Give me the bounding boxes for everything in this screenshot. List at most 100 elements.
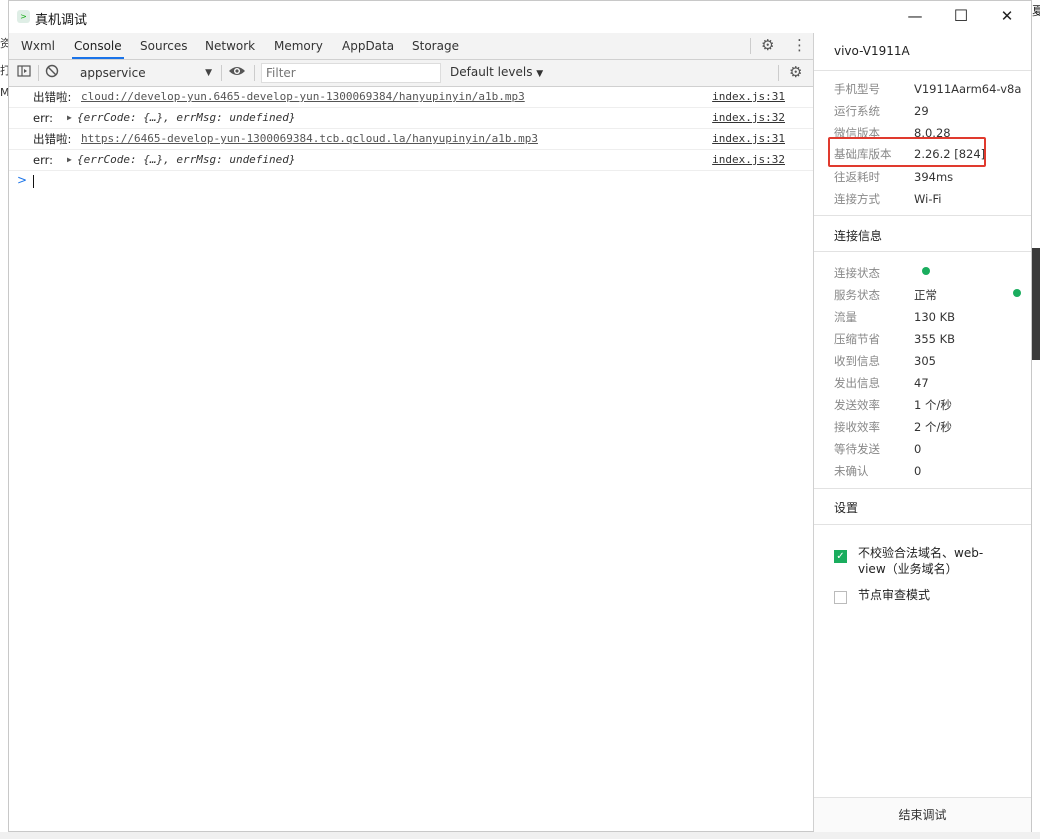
close-button[interactable]: ✕ [984,1,1030,33]
log-label: 出错啦: [33,132,72,146]
conn-recv: 收到信息 305 [834,353,936,369]
info-conn: 连接方式 Wi-Fi [834,191,941,207]
sidebar-toggle-icon[interactable] [17,64,31,82]
tab-console[interactable]: Console [72,33,124,59]
expand-triangle-icon[interactable]: ▶ [67,108,72,128]
more-options-icon[interactable]: ⋮ [792,36,807,54]
source-link[interactable]: index.js:32 [712,150,785,170]
prompt-chevron-icon: > [17,173,28,187]
source-link[interactable]: index.js:32 [712,108,785,128]
info-value: 0 [914,442,922,456]
devtools-panel: Wxml Console Sources Network Memory AppD… [9,33,814,831]
info-value: 2 个/秒 [914,420,952,434]
toolbar-divider [778,65,779,81]
tab-network[interactable]: Network [203,33,257,59]
tab-wxml[interactable]: Wxml [19,33,57,59]
remote-debug-window: > 真机调试 — ☐ ✕ Wxml Console Sources Networ… [8,0,1032,832]
info-value: Wi-Fi [914,192,942,206]
conn-traffic: 流量 130 KB [834,309,955,325]
text-caret [33,175,34,188]
domain-check-checkbox[interactable]: ✓ [834,550,847,563]
tabs-divider [750,38,751,54]
expand-triangle-icon[interactable]: ▶ [67,150,72,170]
chevron-down-icon: ▼ [536,69,544,79]
log-object[interactable]: {errCode: {…}, errMsg: undefined} [77,108,296,128]
section-title-connection: 连接信息 [834,229,883,243]
console-row: err: ▶ {errCode: {…}, errMsg: undefined}… [9,150,813,171]
conn-service: 服务状态 正常 [834,287,937,303]
info-key: 发出信息 [834,376,880,390]
node-inspect-checkbox[interactable] [834,591,847,604]
wechat-devtools-icon: > [17,10,30,23]
domain-check-label[interactable]: 不校验合法域名、web-view（业务域名） [858,545,1008,577]
maximize-button[interactable]: ☐ [938,1,984,33]
toolbar-divider [254,65,255,81]
title-bar: > 真机调试 — ☐ ✕ [9,1,1031,33]
background-dark-panel [1032,248,1040,360]
filter-input[interactable] [261,63,441,83]
console-row: 出错啦: https://6465-develop-yun-1300069384… [9,129,813,150]
divider [814,524,1031,525]
tab-sources[interactable]: Sources [138,33,189,59]
info-os: 运行系统 29 [834,103,929,119]
info-key: 流量 [834,310,857,324]
context-select-value: appservice [80,66,146,80]
conn-recv-rate: 接收效率 2 个/秒 [834,419,952,435]
info-key: 收到信息 [834,354,880,368]
console-settings-gear-icon[interactable]: ⚙ [789,63,802,81]
info-value: 0 [914,464,922,478]
tab-memory[interactable]: Memory [272,33,325,59]
log-levels-label: Default levels [450,65,533,79]
log-levels-select[interactable]: Default levels ▼ [450,65,543,79]
info-value: 1 个/秒 [914,398,952,412]
console-output: 出错啦: cloud://develop-yun.6465-develop-yu… [9,87,813,191]
info-value: 394ms [914,170,954,184]
info-model: 手机型号 V1911Aarm64-v8a [834,81,1021,97]
log-object[interactable]: {errCode: {…}, errMsg: undefined} [77,150,296,170]
info-rtt: 往返耗时 394ms [834,169,953,185]
gear-icon[interactable]: ⚙ [761,36,774,54]
info-value: 130 KB [914,310,956,324]
devtools-tabs: Wxml Console Sources Network Memory AppD… [9,33,813,60]
source-link[interactable]: index.js:31 [712,129,785,149]
tab-storage[interactable]: Storage [410,33,461,59]
info-value: 29 [914,104,929,118]
info-key: 压缩节省 [834,332,880,346]
info-key: 运行系统 [834,104,880,118]
background-bottom-strip [0,832,1040,839]
highlight-box [828,137,986,167]
conn-state: 连接状态 [834,265,914,281]
conn-saved: 压缩节省 355 KB [834,331,955,347]
status-dot-icon [922,267,930,275]
info-value: 305 [914,354,936,368]
background-left-strip: 资 打 M [0,0,11,839]
log-url-link[interactable]: https://6465-develop-yun-1300069384.tcb.… [81,129,538,149]
background-right-strip: 夏 [1032,0,1040,839]
console-prompt[interactable]: > [9,171,813,191]
divider [814,70,1031,71]
eye-icon[interactable] [228,63,246,83]
info-key: 接收效率 [834,420,880,434]
tab-appdata[interactable]: AppData [340,33,396,59]
source-link[interactable]: index.js:31 [712,87,785,107]
info-key: 未确认 [834,464,869,478]
info-key: 发送效率 [834,398,880,412]
toolbar-divider [38,65,39,81]
console-row: 出错啦: cloud://develop-yun.6465-develop-yu… [9,87,813,108]
minimize-button[interactable]: — [892,1,938,33]
context-select[interactable]: appservice ▼ [80,64,212,82]
background-char: 夏 [1032,4,1040,18]
conn-unack: 未确认 0 [834,463,921,479]
info-value: 正常 [914,288,937,302]
console-row: err: ▶ {errCode: {…}, errMsg: undefined}… [9,108,813,129]
info-key: 手机型号 [834,82,880,96]
log-url-link[interactable]: cloud://develop-yun.6465-develop-yun-130… [81,87,525,107]
node-inspect-label[interactable]: 节点审查模式 [858,587,1008,603]
section-title-settings: 设置 [834,501,859,515]
clear-console-icon[interactable] [45,64,59,82]
console-toolbar: appservice ▼ Default levels ▼ ⚙ [9,60,813,87]
info-key: 往返耗时 [834,170,880,184]
end-debug-button[interactable]: 结束调试 [814,797,1031,832]
info-key: 连接方式 [834,192,880,206]
log-label: err: [33,111,54,125]
